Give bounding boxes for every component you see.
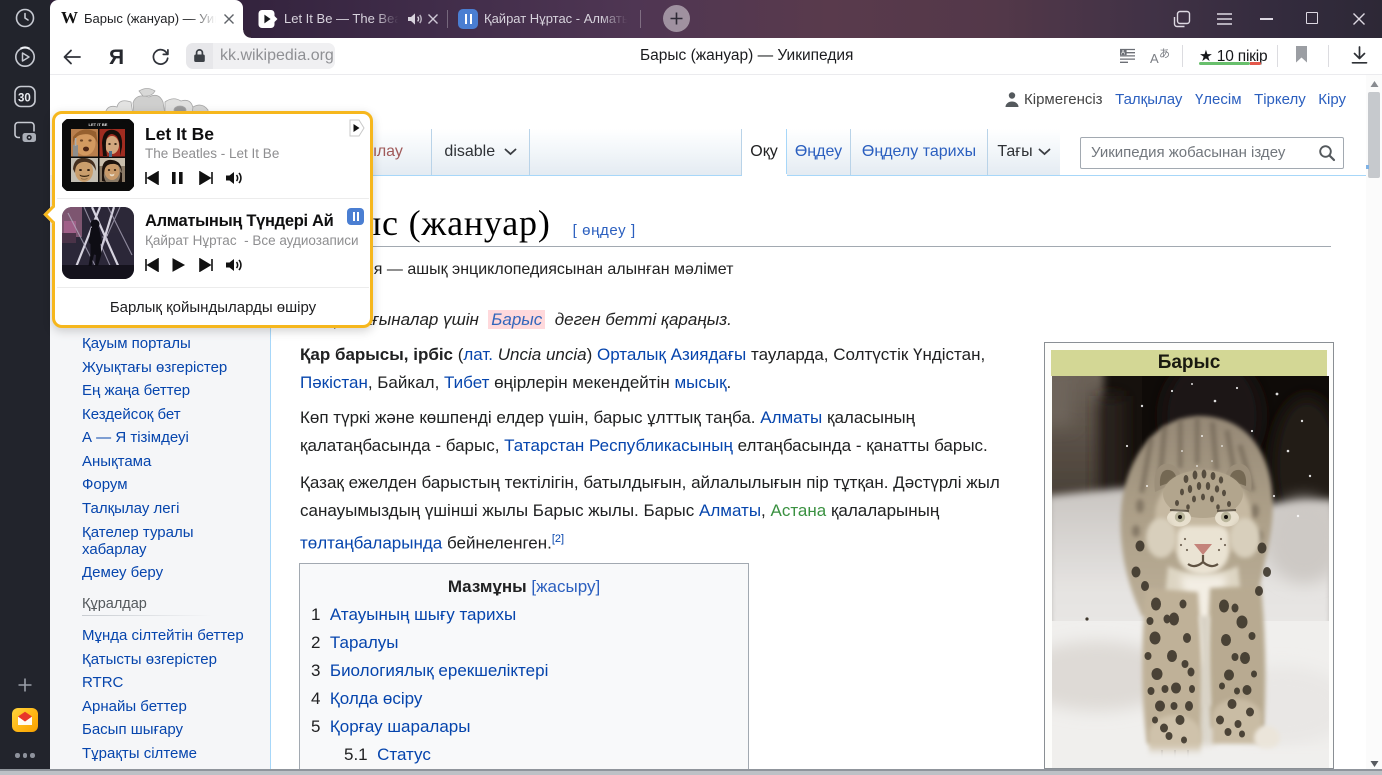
svg-text:A: A — [1150, 51, 1159, 66]
svg-text:あ: あ — [1159, 47, 1170, 60]
svg-text:LET IT BE: LET IT BE — [89, 122, 108, 127]
svg-text:30: 30 — [18, 93, 31, 105]
